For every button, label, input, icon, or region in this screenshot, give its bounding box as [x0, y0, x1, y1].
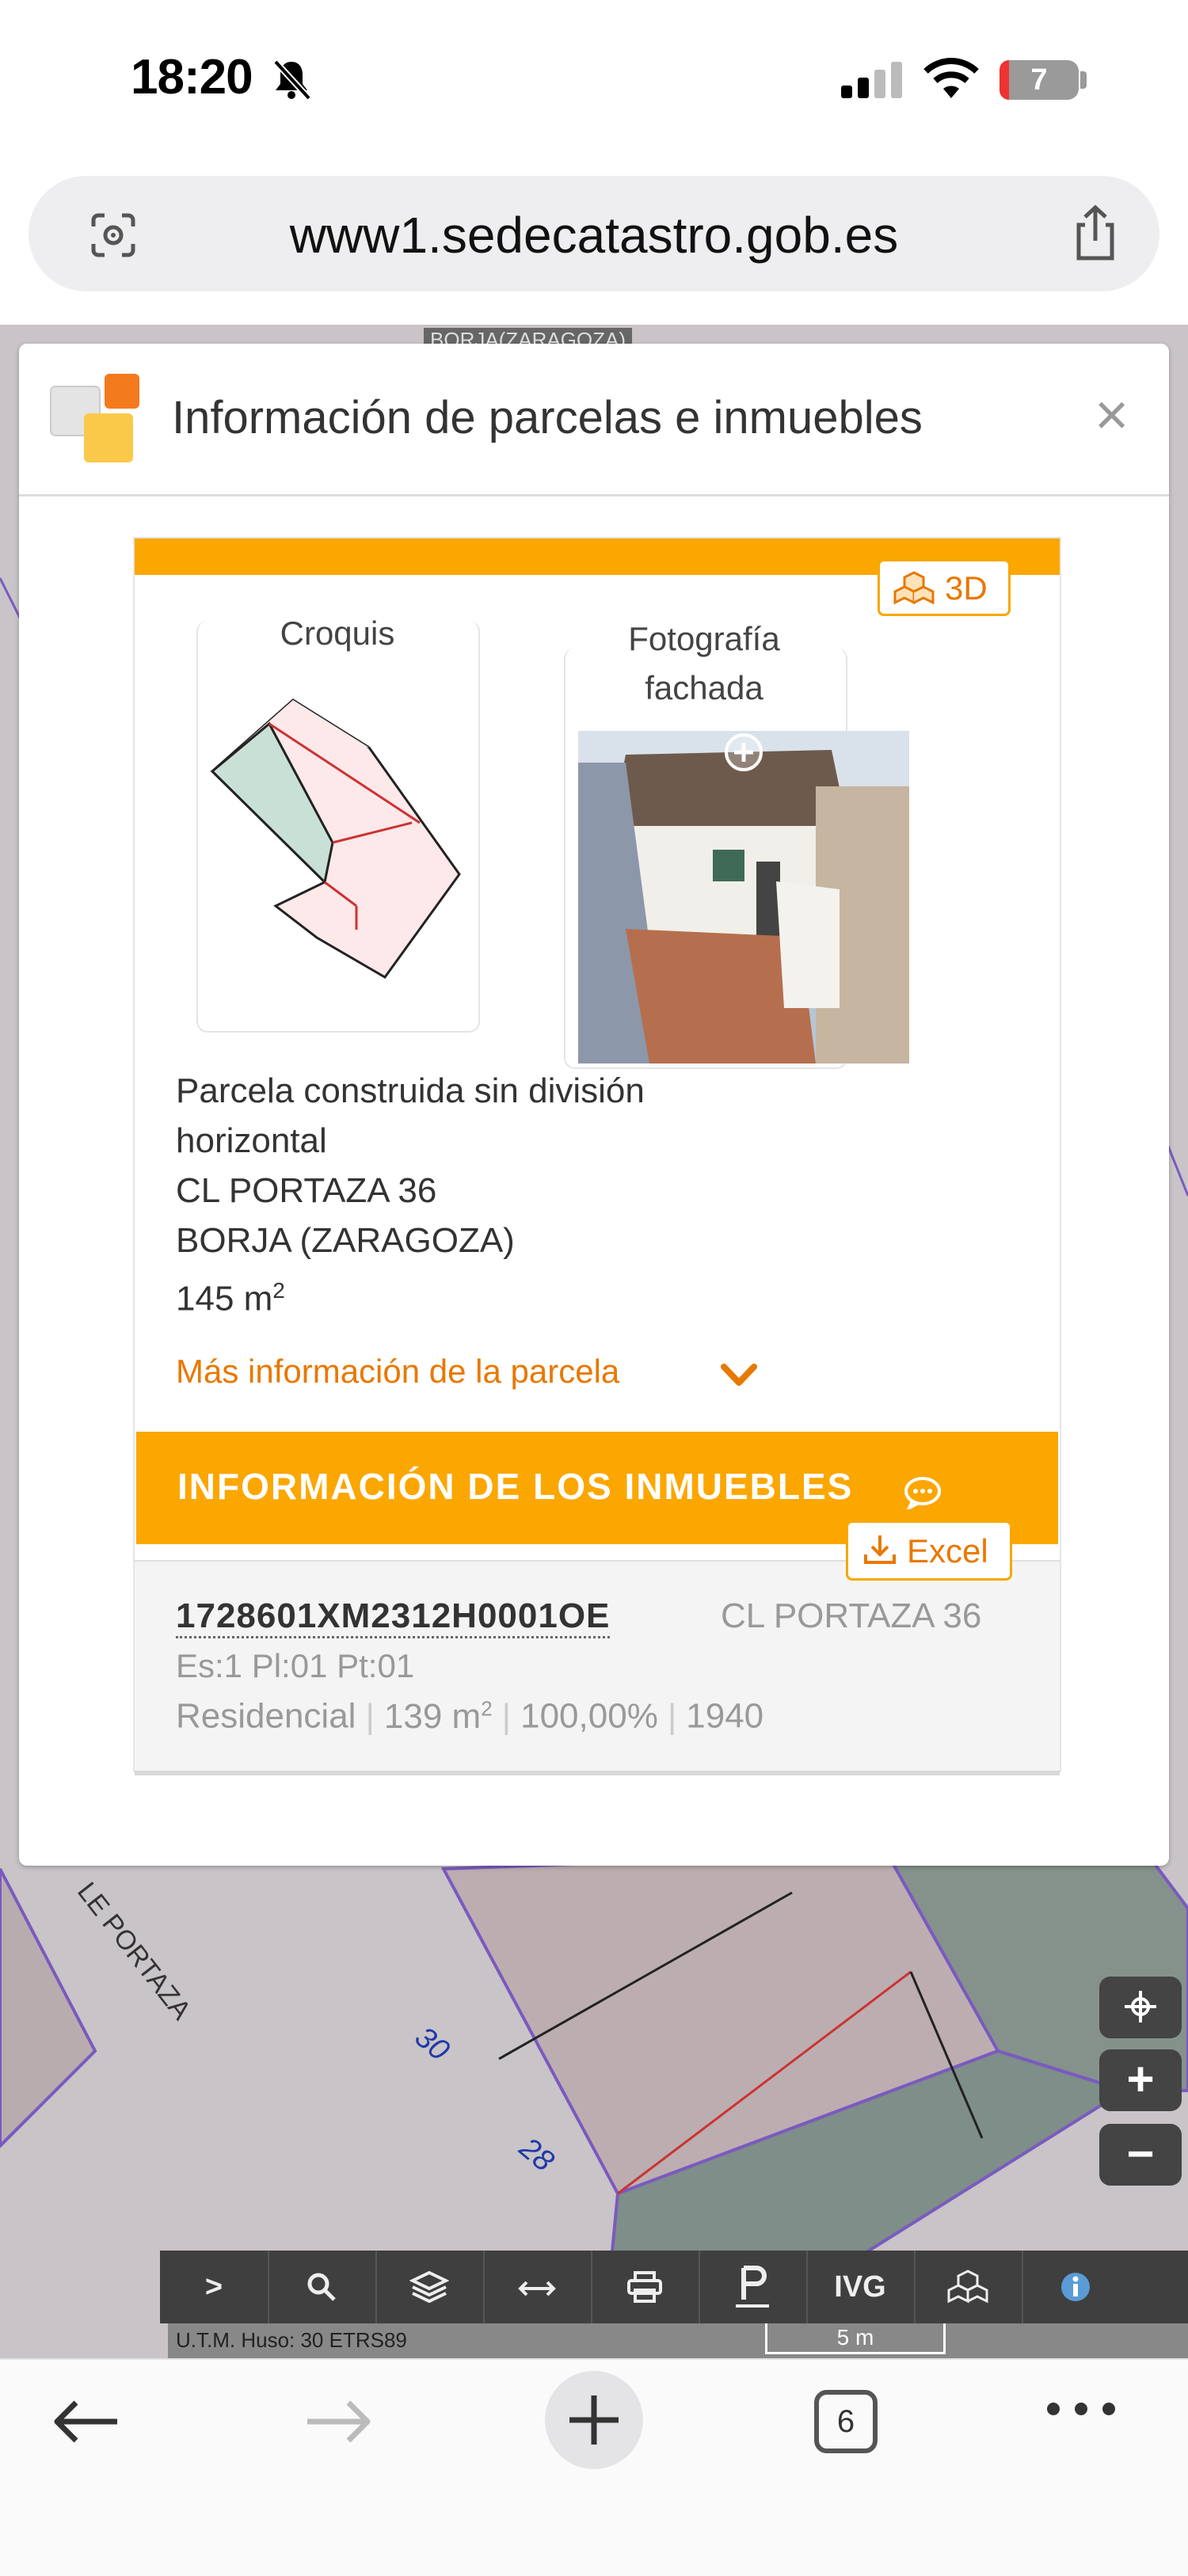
measure-icon [518, 2281, 556, 2296]
print-icon [627, 2271, 662, 2303]
parcel-municipality: BORJA (ZARAGOZA) [176, 1221, 515, 1260]
toolbar-measure-button[interactable] [483, 2251, 592, 2323]
zoom-in-button[interactable]: + [1099, 2049, 1182, 2111]
wifi-icon [923, 58, 979, 98]
url-text[interactable]: www1.sedecatastro.gob.es [29, 206, 1159, 264]
zoom-photo-icon[interactable] [723, 732, 764, 773]
parcel-panel: 3D Croquis Fotografía fachada Parcela co… [133, 537, 1061, 1775]
more-parcel-info-link[interactable]: Más información de la parcela [176, 1353, 619, 1391]
dialog-title: Información de parcelas e inmuebles [172, 392, 923, 443]
parcel-type-cont: horizontal [176, 1121, 327, 1160]
parcel-type: Parcela construida sin división [176, 1071, 645, 1110]
plus-icon [569, 2395, 619, 2445]
excel-export-button[interactable]: Excel [846, 1520, 1012, 1581]
info-icon [1061, 2273, 1090, 2301]
share-icon[interactable] [1068, 201, 1123, 264]
inmueble-details: Residencial | 139 m2 | 100,00% | 1940 [176, 1696, 764, 1736]
layers-icon [409, 2270, 450, 2304]
browser-toolbar: 6 [0, 2358, 1188, 2576]
inmueble-location: Es:1 Pl:01 Pt:01 [176, 1647, 415, 1684]
toolbar-3d-button[interactable] [914, 2251, 1023, 2323]
cubes-icon [893, 571, 935, 604]
inmueble-card[interactable]: 1728601XM2312H0001OE CL PORTAZA 36 Es:1 … [135, 1560, 1060, 1775]
status-bar: 18:20 7 [0, 0, 1188, 158]
locate-button[interactable] [1099, 1977, 1182, 2038]
battery-icon: 7 [1000, 60, 1079, 100]
search-icon [307, 2273, 336, 2301]
parcel-area: 145 m2 [176, 1278, 285, 1318]
croquis-label: Croquis [196, 615, 478, 653]
toolbar-search-button[interactable] [268, 2251, 377, 2323]
inmuebles-title: INFORMACIÓN DE LOS INMUEBLES [177, 1466, 854, 1507]
toolbar-info-button[interactable] [1022, 2251, 1129, 2323]
parcel-address: CL PORTAZA 36 [176, 1171, 437, 1210]
map-scale-bar: U.T.M. Huso: 30 ETRS89 5 m [168, 2323, 1188, 2358]
toolbar-layers-button[interactable] [375, 2251, 485, 2323]
more-options-icon[interactable] [1045, 2401, 1117, 2417]
toolbar-expand-button[interactable]: > [160, 2251, 269, 2323]
crosshair-icon [1125, 1991, 1156, 2022]
cellular-signal-icon [841, 62, 902, 98]
toolbar-parcel-button[interactable] [699, 2251, 808, 2323]
back-arrow-icon[interactable] [52, 2399, 120, 2444]
parcel-tool-icon [736, 2266, 769, 2308]
inmueble-share: 100,00% [520, 1696, 658, 1736]
parcel-summary: Parcela construida sin división horizont… [176, 1066, 645, 1324]
download-icon [864, 1535, 896, 1564]
projection-label: U.T.M. Huso: 30 ETRS89 [176, 2328, 407, 2352]
zoom-out-button[interactable]: − [1099, 2124, 1182, 2186]
tabs-button[interactable]: 6 [814, 2390, 878, 2453]
close-button[interactable]: × [1095, 386, 1129, 444]
parcel-sketch [210, 698, 461, 979]
parcel-info-dialog: Información de parcelas e inmuebles × 3D [19, 344, 1169, 1866]
facade-photo-label: Fotografía fachada [628, 620, 780, 706]
catastro-logo [50, 374, 139, 462]
view-3d-label: 3D [945, 569, 988, 607]
toolbar-print-button[interactable] [591, 2251, 700, 2323]
scale-value: 5 m [765, 2323, 946, 2354]
map-toolbar: > IVG [160, 2251, 1188, 2323]
inmueble-address: CL PORTAZA 36 [721, 1596, 982, 1635]
view-3d-button[interactable]: 3D [878, 559, 1011, 616]
inmueble-year: 1940 [686, 1696, 764, 1736]
chat-bubble-icon[interactable] [903, 1476, 942, 1509]
excel-label: Excel [907, 1532, 988, 1570]
inmueble-use: Residencial [176, 1696, 356, 1736]
forward-arrow-icon[interactable] [304, 2399, 372, 2444]
toolbar-ivg-button[interactable]: IVG [806, 2251, 916, 2323]
inmueble-area: 139 m2 [383, 1696, 493, 1736]
facade-photo[interactable] [578, 731, 909, 1064]
new-tab-button[interactable] [545, 2371, 643, 2469]
cadastral-reference-link[interactable]: 1728601XM2312H0001OE [176, 1596, 611, 1638]
cubes-icon [947, 2270, 988, 2304]
croquis-frame[interactable] [196, 621, 480, 1033]
bell-muted-icon [273, 59, 311, 101]
clock: 18:20 [131, 50, 253, 105]
chevron-down-icon[interactable] [721, 1364, 757, 1387]
dialog-header: Información de parcelas e inmuebles × [19, 344, 1169, 497]
address-bar[interactable]: www1.sedecatastro.gob.es [29, 176, 1159, 291]
